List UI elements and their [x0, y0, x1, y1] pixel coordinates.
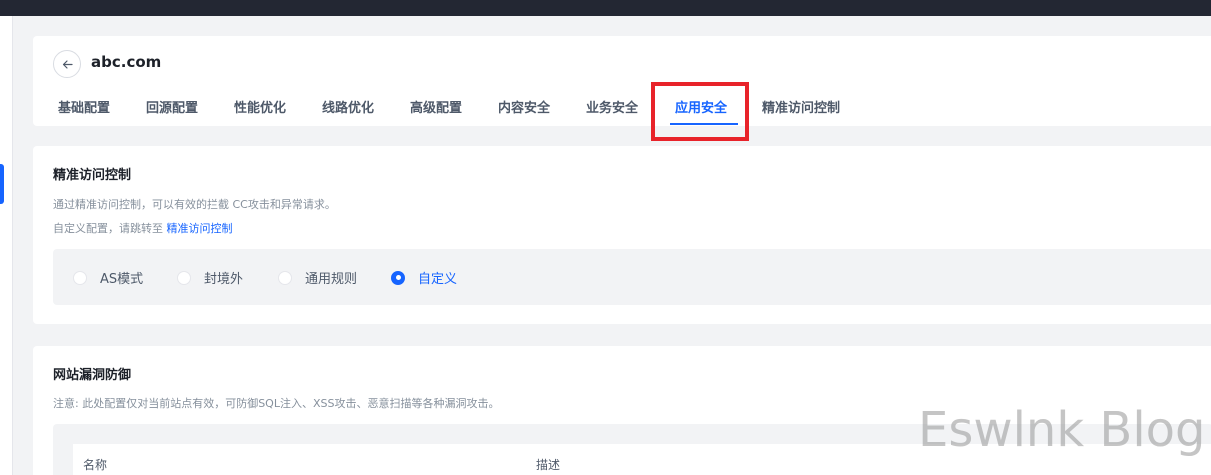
section-title: 精准访问控制 [53, 168, 132, 183]
radio-circle [278, 270, 292, 285]
left-sidebar [0, 16, 13, 475]
radio-circle-checked [391, 270, 405, 285]
radio-block-overseas[interactable]: 封境外 [177, 268, 243, 287]
back-button[interactable] [53, 50, 81, 78]
config-tabs: 基础配置 回源配置 性能优化 线路优化 高级配置 内容安全 业务安全 应用安全 … [33, 94, 1211, 125]
tab-content-security[interactable]: 内容安全 [498, 97, 550, 116]
tab-origin-config[interactable]: 回源配置 [146, 97, 198, 116]
highlight-annotation-box [651, 82, 749, 141]
section-title: 网站漏洞防御 [53, 368, 132, 383]
radio-general-rules[interactable]: 通用规则 [278, 268, 357, 287]
domain-header-card: abc.com 基础配置 回源配置 性能优化 线路优化 高级配置 内容安全 业务… [33, 36, 1211, 126]
tab-basic-config[interactable]: 基础配置 [58, 97, 110, 116]
note-text: 自定义配置，请跳转至 [53, 222, 167, 235]
column-description: 描述 [536, 458, 561, 472]
section-note: 自定义配置，请跳转至 精准访问控制 [53, 220, 233, 236]
radio-circle [177, 270, 191, 285]
tab-precise-access-control[interactable]: 精准访问控制 [762, 97, 840, 116]
sidebar-active-indicator [0, 164, 4, 204]
tab-route-optimization[interactable]: 线路优化 [322, 97, 374, 116]
watermark: Eswlnk Blog [918, 402, 1206, 458]
radio-label: 自定义 [418, 272, 458, 287]
radio-label: 通用规则 [305, 272, 358, 287]
top-bar [0, 0, 1211, 16]
radio-custom[interactable]: 自定义 [391, 268, 457, 287]
tab-advanced-config[interactable]: 高级配置 [410, 97, 462, 116]
arrow-left-icon [62, 59, 73, 69]
radio-label: AS模式 [100, 272, 144, 287]
radio-label: 封境外 [204, 272, 244, 287]
radio-as-mode[interactable]: AS模式 [73, 268, 143, 287]
section-description: 通过精准访问控制，可以有效的拦截 CC攻击和异常请求。 [53, 198, 336, 211]
mode-radio-group: AS模式 封境外 通用规则 自定义 [53, 249, 1211, 305]
section-description: 注意: 此处配置仅对当前站点有效，可防御SQL注入、XSS攻击、恶意扫描等各种漏… [53, 397, 500, 410]
column-name: 名称 [83, 458, 108, 472]
tab-performance[interactable]: 性能优化 [234, 97, 286, 116]
precise-access-control-link[interactable]: 精准访问控制 [167, 222, 233, 235]
tab-business-security[interactable]: 业务安全 [586, 97, 638, 116]
domain-title: abc.com [91, 53, 162, 71]
access-control-card: 精准访问控制 通过精准访问控制，可以有效的拦截 CC攻击和异常请求。 自定义配置… [33, 146, 1211, 324]
radio-circle [73, 270, 87, 285]
